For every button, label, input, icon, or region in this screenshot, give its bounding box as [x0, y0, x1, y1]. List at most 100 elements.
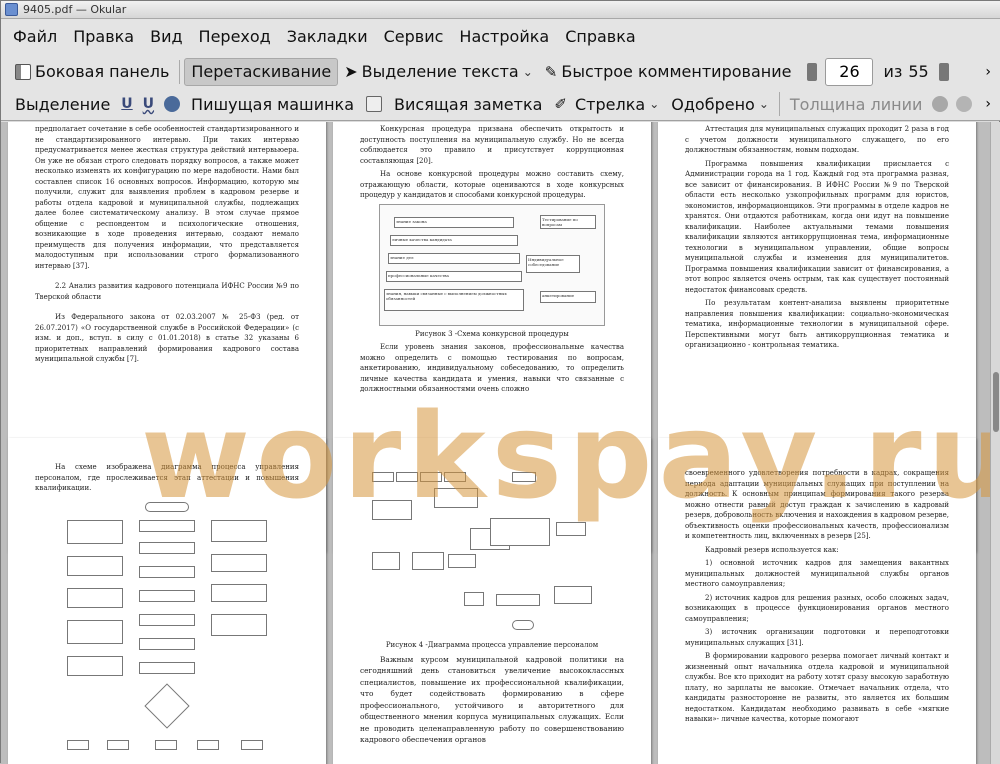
menu-tools[interactable]: Сервис — [376, 19, 452, 55]
approved-stamp-button[interactable]: Одобрено ⌄ — [665, 90, 775, 118]
flowchart-end — [107, 739, 129, 750]
color-icon[interactable] — [932, 96, 949, 112]
quick-comment-label: Быстрое комментирование — [561, 62, 792, 81]
process-flowchart — [67, 501, 267, 762]
diagram-box — [512, 620, 534, 630]
note-icon — [366, 96, 383, 112]
text-select-button[interactable]: ➤ Выделение текста ⌄ — [338, 58, 539, 86]
sticky-note-button[interactable]: Висящая заметка — [360, 90, 548, 118]
drag-tool-button[interactable]: Перетаскивание — [184, 57, 339, 86]
page-27: своевременного удовлетворения потребност… — [658, 438, 976, 764]
flowchart-note — [211, 613, 267, 636]
list-item: 2) источник кадров для решения разных, о… — [685, 593, 949, 623]
page-number-input[interactable]: 26 — [825, 57, 874, 86]
paragraph: своевременного удовлетворения потребност… — [685, 469, 949, 540]
sidebar-label: Боковая панель — [35, 62, 170, 81]
diagram-box: знание дел — [388, 252, 520, 264]
document-view[interactable]: предполагает сочетание в себе особенност… — [1, 122, 990, 764]
flowchart-note — [67, 555, 123, 576]
paragraph: Важным курсом муниципальной кадровой пол… — [360, 654, 624, 745]
paragraph: По результатам контент-анализа выявлены … — [685, 299, 949, 349]
underline-icon[interactable]: U — [121, 96, 132, 112]
flowchart-step — [139, 541, 195, 554]
flowchart-note — [211, 553, 267, 572]
diagram-box — [490, 518, 550, 546]
menu-edit[interactable]: Правка — [65, 19, 142, 55]
flowchart-note — [67, 655, 123, 676]
flowchart-note — [67, 519, 123, 544]
selection-tool-label: Выделение — [15, 94, 111, 114]
list-item: 3) источник организации подготовки и пер… — [685, 628, 949, 647]
toolbar-separator — [179, 59, 181, 84]
menu-go[interactable]: Переход — [191, 19, 279, 55]
diagram-box — [420, 472, 442, 482]
okular-window: 9405.pdf — Okular Файл Правка Вид Перехо… — [0, 0, 1000, 764]
paragraph: Аттестация для муниципальных служащих пр… — [685, 125, 949, 154]
figure-caption: Рисунок 3 -Схема конкурсной процедуры — [415, 329, 569, 338]
title-bar: 9405.pdf — Okular — [1, 1, 1000, 19]
toolbar-overflow-icon[interactable]: › — [985, 64, 991, 80]
approved-stamp-label: Одобрено — [671, 94, 755, 114]
flowchart-step — [139, 637, 195, 650]
flowchart-end — [197, 739, 219, 750]
competition-diagram: знание закона личные качества кандидата … — [379, 203, 605, 326]
pencil-icon: ✐ — [554, 95, 567, 113]
menu-help[interactable]: Справка — [557, 19, 644, 55]
paragraph: предполагает сочетание в себе особенност… — [35, 125, 299, 270]
selection-tool-button[interactable]: Выделение — [9, 90, 116, 118]
paragraph: На схеме изображена диаграмма процесса у… — [35, 463, 299, 492]
total-pages: 55 — [908, 62, 929, 81]
diagram-box: знания, навыки связанные с выполнением д… — [384, 288, 524, 311]
menu-settings[interactable]: Настройка — [451, 19, 557, 55]
diagram-box — [372, 552, 400, 570]
menu-view[interactable]: Вид — [142, 19, 190, 55]
arrow-tool-button[interactable]: ✐ Стрелка ⌄ — [548, 90, 665, 118]
main-toolbar: Боковая панель Перетаскивание ➤ Выделени… — [1, 55, 1000, 88]
flowchart-end — [155, 739, 177, 750]
flowchart-step — [139, 661, 195, 674]
diagram-box — [372, 472, 394, 482]
paragraph: Кадровый резерв используется как: — [705, 545, 839, 554]
diagram-box: Тестирование по вопросам — [540, 214, 596, 229]
text-select-label: Выделение текста — [361, 62, 519, 81]
next-page-icon[interactable] — [938, 62, 949, 81]
flowchart-step — [139, 565, 195, 578]
app-icon — [5, 3, 18, 16]
chevron-down-icon[interactable]: ⌄ — [649, 97, 659, 111]
typewriter-label: Пишущая машинка — [191, 94, 355, 114]
section-heading: 2.2 Анализ развития кадрового потенциала… — [35, 282, 299, 301]
scrollbar-thumb[interactable] — [993, 372, 999, 432]
diagram-box — [512, 472, 536, 482]
paragraph: Программа повышения квалификации присыла… — [685, 159, 949, 294]
opacity-icon[interactable] — [956, 96, 973, 112]
diagram-box: профессиональные качества — [386, 270, 522, 282]
window-title: 9405.pdf — Okular — [23, 3, 127, 16]
flowchart-end — [241, 739, 263, 750]
annotation-toolbar: Выделение U U Пишущая машинка Висящая за… — [1, 88, 1000, 121]
pen-icon: ✎ — [544, 62, 558, 81]
menu-file[interactable]: Файл — [5, 19, 65, 55]
vertical-scrollbar[interactable] — [990, 122, 1000, 764]
flowchart-note — [67, 587, 123, 608]
paragraph: Из Федерального закона от 02.03.2007 № 2… — [35, 313, 299, 363]
squiggle-underline-icon[interactable]: U — [143, 96, 154, 112]
typewriter-button[interactable]: Пишущая машинка — [185, 90, 360, 118]
previous-page-icon[interactable] — [807, 62, 818, 81]
toolbar-overflow-icon[interactable]: › — [985, 96, 991, 112]
chevron-down-icon[interactable]: ⌄ — [523, 65, 533, 79]
list-item: 1) основной источник кадров для замещени… — [685, 559, 949, 588]
menu-bookmarks[interactable]: Закладки — [279, 19, 376, 55]
flowchart-note — [211, 519, 267, 542]
chevron-down-icon[interactable]: ⌄ — [759, 97, 769, 111]
line-width-button[interactable]: Толщина линии — [784, 90, 929, 118]
of-label: из — [883, 62, 903, 81]
drag-tool-label: Перетаскивание — [191, 62, 332, 81]
page-25: На схеме изображена диаграмма процесса у… — [8, 438, 326, 764]
page-26: Рисунок 4 -Диаграмма процесса управление… — [333, 438, 651, 764]
sidebar-button[interactable]: Боковая панель — [9, 58, 175, 86]
diagram-box — [434, 488, 478, 508]
quick-comment-button[interactable]: ✎ Быстрое комментирование — [539, 58, 798, 86]
sidebar-icon — [15, 63, 31, 80]
stamp-icon[interactable] — [164, 96, 181, 112]
diagram-box — [554, 586, 592, 604]
